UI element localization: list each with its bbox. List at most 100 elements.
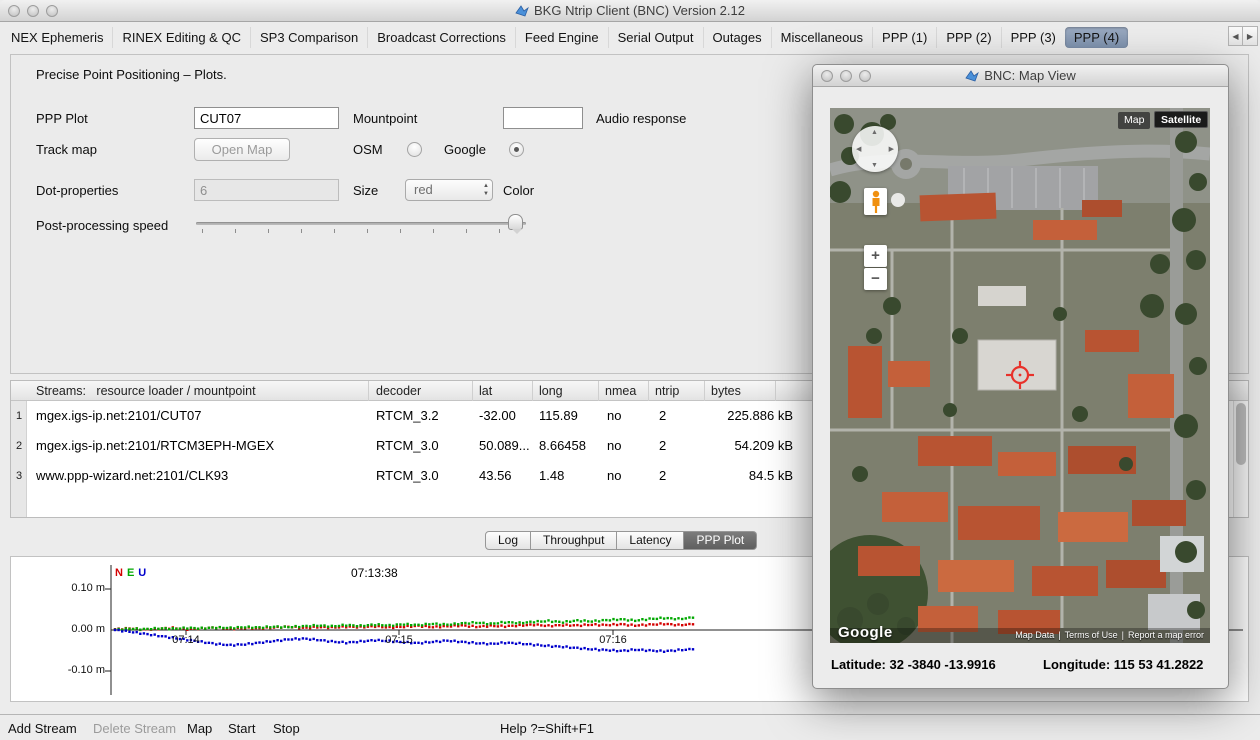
tab-ppp-4[interactable]: PPP (4) [1065, 27, 1128, 48]
x-tick-0716: 07:16 [591, 634, 635, 646]
cell-long: 1.48 [539, 461, 564, 491]
size-label: Size [353, 183, 378, 198]
tab-serial-output[interactable]: Serial Output [608, 27, 703, 48]
minimize-button[interactable] [27, 5, 39, 17]
cell-mountpoint: mgex.igs-ip.net:2101/CUT07 [36, 401, 201, 431]
open-map-button[interactable]: Open Map [194, 138, 290, 161]
cell-lat: -32.00 [479, 401, 516, 431]
osm-radio[interactable] [407, 142, 422, 157]
report-map-error-link[interactable]: Report a map error [1128, 630, 1204, 640]
zoom-button[interactable] [46, 5, 58, 17]
post-processing-speed-slider[interactable] [196, 213, 536, 239]
col-ntrip: ntrip [655, 384, 679, 398]
tab-ppp-1[interactable]: PPP (1) [872, 27, 936, 48]
dot-properties-input[interactable] [194, 179, 339, 201]
tab-outages[interactable]: Outages [703, 27, 771, 48]
combo-down-icon: ▼ [483, 190, 489, 198]
tab-throughput[interactable]: Throughput [531, 531, 617, 550]
map-button[interactable]: Map [187, 721, 212, 736]
terms-of-use-link[interactable]: Terms of Use [1065, 630, 1118, 640]
speed-label: Post-processing speed [36, 218, 168, 233]
map-type-map-button[interactable]: Map [1118, 112, 1150, 129]
tab-sp3-comparison[interactable]: SP3 Comparison [250, 27, 367, 48]
cell-bytes: 54.209 kB [701, 431, 793, 461]
map-close-button[interactable] [821, 70, 833, 82]
zoom-out-button[interactable]: − [864, 268, 887, 290]
close-button[interactable] [8, 5, 20, 17]
tab-ppp-plot[interactable]: PPP Plot [684, 531, 757, 550]
cell-long: 115.89 [539, 401, 578, 431]
zoom-in-button[interactable]: + [864, 245, 887, 267]
tab-rinex-ephemeris[interactable]: NEX Ephemeris [2, 27, 112, 48]
pan-control[interactable]: ▲ ▼ ◀ ▶ [852, 126, 898, 172]
streams-header-label: Streams: resource loader / mountpoint [36, 384, 256, 398]
map-minimize-button[interactable] [840, 70, 852, 82]
cell-bytes: 84.5 kB [701, 461, 793, 491]
tab-scroll-right-icon[interactable]: ▶ [1243, 26, 1258, 46]
cell-mountpoint: www.ppp-wizard.net:2101/CLK93 [36, 461, 228, 491]
y-tick-000: 0.00 m [61, 623, 105, 635]
pegman-icon [865, 188, 887, 214]
cell-long: 8.66458 [539, 431, 586, 461]
pan-up-icon[interactable]: ▲ [871, 129, 878, 136]
map-window-title: BNC: Map View [984, 68, 1076, 83]
bnc-app-icon [965, 70, 979, 82]
bnc-app-icon [515, 5, 529, 17]
cell-ntrip: 2 [659, 431, 666, 461]
ppp-plot-input[interactable] [194, 107, 339, 129]
pan-down-icon[interactable]: ▼ [871, 162, 878, 169]
map-attribution-links: Map Data|Terms of Use|Report a map error [1013, 630, 1206, 640]
attr-separator: | [1122, 630, 1124, 640]
osm-label: OSM [353, 142, 383, 157]
map-data-link[interactable]: Map Data [1015, 630, 1054, 640]
plot-view-switcher: Log Throughput Latency PPP Plot [485, 531, 757, 550]
legend-u: U [138, 567, 146, 579]
google-radio[interactable] [509, 142, 524, 157]
pan-right-icon[interactable]: ▶ [889, 145, 894, 153]
color-select[interactable]: red ▲ ▼ [405, 179, 493, 201]
main-titlebar: BKG Ntrip Client (BNC) Version 2.12 [0, 0, 1260, 22]
tab-scroll-left-icon[interactable]: ◀ [1228, 26, 1243, 46]
tab-rinex-editing-qc[interactable]: RINEX Editing & QC [112, 27, 250, 48]
map-zoom-button[interactable] [859, 70, 871, 82]
map-type-satellite-button[interactable]: Satellite [1154, 111, 1208, 128]
track-map-label: Track map [36, 142, 97, 157]
bnc-main-window: BKG Ntrip Client (BNC) Version 2.12 NEX … [0, 0, 1260, 740]
table-scrollbar[interactable] [1233, 401, 1248, 517]
google-logo[interactable]: Google [838, 624, 893, 641]
pegman-control[interactable] [864, 188, 887, 215]
start-button[interactable]: Start [228, 721, 255, 736]
color-label: Color [503, 183, 534, 198]
mountpoint-label: Mountpoint [353, 111, 417, 126]
tab-feed-engine[interactable]: Feed Engine [515, 27, 608, 48]
help-hint-label: Help ?=Shift+F1 [500, 721, 594, 736]
dot-properties-label: Dot-properties [36, 183, 118, 198]
stop-button[interactable]: Stop [273, 721, 300, 736]
x-tick-0715: 07:15 [377, 634, 421, 646]
cell-decoder: RTCM_3.0 [376, 461, 439, 491]
tab-ppp-2[interactable]: PPP (2) [936, 27, 1000, 48]
legend-e: E [127, 567, 134, 579]
col-decoder: decoder [376, 384, 421, 398]
pan-left-icon[interactable]: ◀ [856, 145, 861, 153]
cell-ntrip: 2 [659, 401, 666, 431]
cell-mountpoint: mgex.igs-ip.net:2101/RTCM3EPH-MGEX [36, 431, 274, 461]
tab-log[interactable]: Log [485, 531, 531, 550]
mountpoint-input[interactable] [503, 107, 583, 129]
map-titlebar: BNC: Map View [813, 65, 1228, 87]
tab-miscellaneous[interactable]: Miscellaneous [771, 27, 872, 48]
audio-response-label: Audio response [596, 111, 686, 126]
slider-handle[interactable] [508, 214, 523, 230]
x-tick-0714: 07:14 [164, 634, 208, 646]
map-canvas[interactable]: Map Satellite ▲ ▼ ◀ ▶ + − [830, 108, 1210, 643]
cell-decoder: RTCM_3.0 [376, 431, 439, 461]
slider-track[interactable] [196, 222, 526, 225]
add-stream-button[interactable]: Add Stream [8, 721, 77, 736]
delete-stream-button[interactable]: Delete Stream [93, 721, 176, 736]
tab-latency[interactable]: Latency [617, 531, 684, 550]
tab-broadcast-corrections[interactable]: Broadcast Corrections [367, 27, 515, 48]
cell-nmea: no [607, 461, 621, 491]
ppp-plot-label: PPP Plot [36, 111, 88, 126]
cell-lat: 50.089... [479, 431, 530, 461]
tab-ppp-3[interactable]: PPP (3) [1001, 27, 1065, 48]
